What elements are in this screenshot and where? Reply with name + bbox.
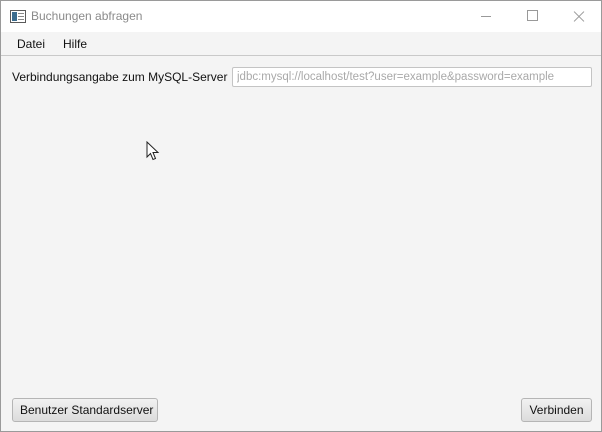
use-standard-server-button[interactable]: Benutzer Standardserver [12, 398, 158, 422]
app-window: Buchungen abfragen Datei Hilfe Verbindun… [0, 0, 602, 432]
menu-bar: Datei Hilfe [1, 32, 601, 56]
minimize-button[interactable] [463, 1, 509, 32]
maximize-button[interactable] [509, 1, 555, 32]
menu-datei[interactable]: Datei [17, 37, 45, 51]
connection-url-input[interactable] [232, 67, 592, 87]
mouse-pointer-icon [146, 141, 160, 161]
maximize-icon [527, 10, 538, 21]
close-button[interactable] [555, 1, 601, 32]
app-window-icon [10, 10, 26, 23]
window-title: Buchungen abfragen [31, 9, 143, 23]
title-bar[interactable]: Buchungen abfragen [1, 1, 601, 32]
connection-label: Verbindungsangabe zum MySQL-Server [12, 70, 228, 84]
connect-button[interactable]: Verbinden [521, 398, 592, 422]
menu-hilfe[interactable]: Hilfe [63, 37, 87, 51]
minimize-icon [481, 16, 491, 17]
